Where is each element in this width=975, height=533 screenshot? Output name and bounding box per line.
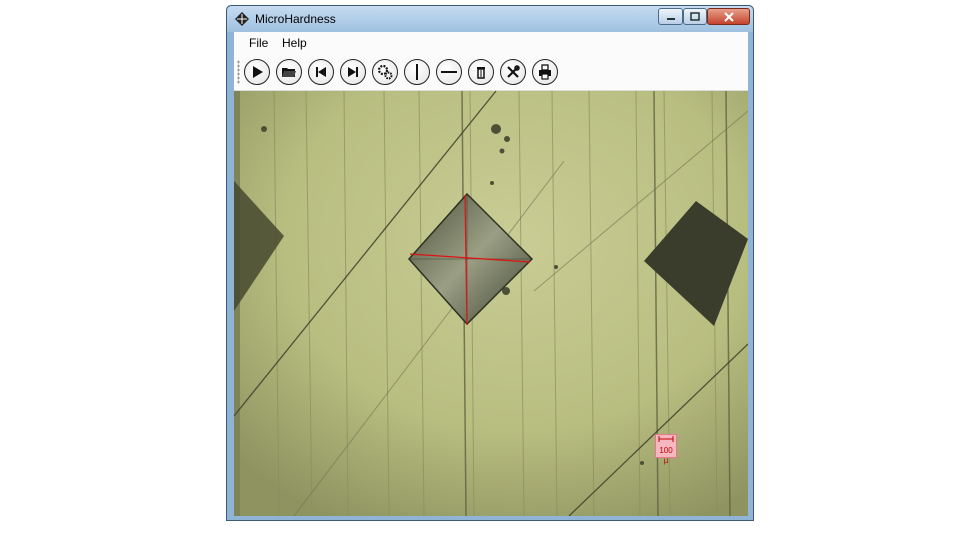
scale-label: 100 µ — [659, 446, 673, 465]
trash-icon — [477, 67, 485, 79]
horizontal-line-icon — [441, 71, 457, 73]
previous-button[interactable] — [308, 59, 334, 85]
settings-button[interactable] — [372, 59, 398, 85]
tools-icon — [507, 65, 520, 78]
next-button[interactable] — [340, 59, 366, 85]
horizontal-line-button[interactable] — [436, 59, 462, 85]
window-title: MicroHardness — [255, 12, 336, 26]
minimize-button[interactable] — [658, 8, 683, 25]
tools-button[interactable] — [500, 59, 526, 85]
title-bar[interactable]: MicroHardness — [227, 6, 753, 32]
close-button[interactable] — [707, 8, 750, 25]
toolbar-grip[interactable] — [237, 60, 240, 84]
menu-file[interactable]: File — [249, 36, 268, 50]
folder-open-icon — [282, 68, 296, 77]
minimize-icon — [666, 17, 675, 20]
maximize-icon — [690, 12, 700, 21]
scale-bar-icon — [658, 436, 674, 442]
close-icon — [723, 11, 734, 22]
diamond-app-icon — [235, 12, 249, 26]
menu-bar: File Help — [234, 32, 748, 54]
open-button[interactable] — [276, 59, 302, 85]
printer-icon — [539, 64, 551, 80]
delete-button[interactable] — [468, 59, 494, 85]
menu-help[interactable]: Help — [282, 36, 307, 50]
app-window: MicroHardness File Help 100 µ — [226, 5, 754, 521]
play-icon — [253, 66, 263, 78]
vertical-line-icon — [416, 64, 418, 80]
toolbar — [234, 54, 748, 91]
play-button[interactable] — [244, 59, 270, 85]
skip-back-icon — [316, 67, 326, 77]
client-area: File Help 100 µ — [234, 32, 748, 516]
maximize-button[interactable] — [683, 8, 707, 25]
print-button[interactable] — [532, 59, 558, 85]
scale-bar: 100 µ — [655, 434, 677, 465]
skip-forward-icon — [348, 67, 358, 77]
microscope-image-viewer[interactable]: 100 µ — [234, 91, 748, 516]
gears-icon — [377, 64, 393, 80]
vertical-line-button[interactable] — [404, 59, 430, 85]
